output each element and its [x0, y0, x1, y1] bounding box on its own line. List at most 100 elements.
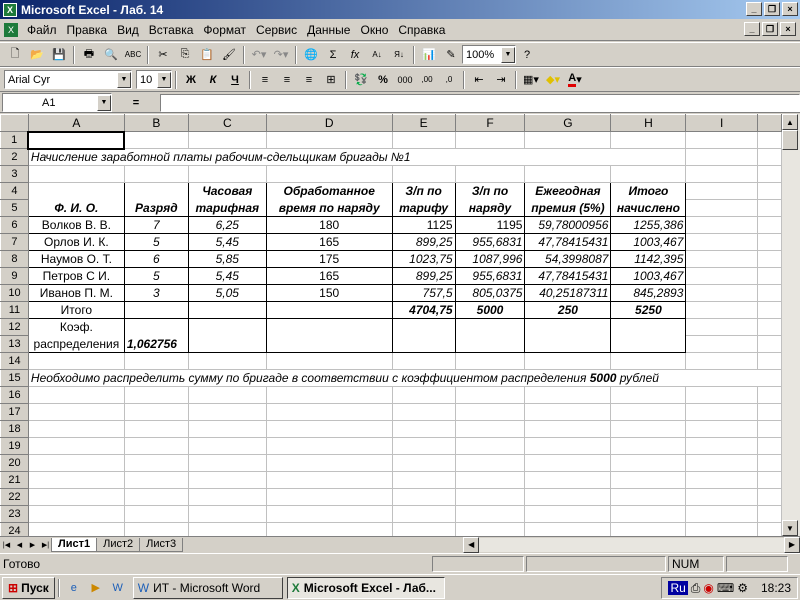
chart-wizard-icon[interactable]: 📊: [418, 45, 440, 65]
borders-icon[interactable]: ▦▾: [520, 70, 542, 90]
menu-help[interactable]: Справка: [393, 23, 450, 37]
total-order[interactable]: 5000: [454, 301, 526, 319]
row-header[interactable]: 9: [0, 267, 29, 285]
cell-grade[interactable]: 7: [123, 216, 189, 234]
row-header[interactable]: 20: [0, 454, 29, 472]
row-header[interactable]: 24: [0, 522, 29, 536]
menu-view[interactable]: Вид: [112, 23, 144, 37]
copy-icon[interactable]: ⎘: [174, 45, 196, 65]
menu-data[interactable]: Данные: [302, 23, 355, 37]
row-header[interactable]: 19: [0, 437, 29, 455]
document-icon[interactable]: X: [4, 22, 18, 37]
tab-sheet3[interactable]: Лист3: [139, 537, 184, 552]
merge-center-icon[interactable]: ⊞: [320, 70, 342, 90]
tray-icon-3[interactable]: ⌨: [717, 581, 734, 595]
minimize-button[interactable]: _: [746, 2, 762, 16]
cell-hours[interactable]: 180: [265, 216, 393, 234]
cell-bonus[interactable]: 54,3998087: [524, 250, 612, 268]
cell-rate[interactable]: 5,45: [187, 233, 267, 251]
tray-icon-2[interactable]: ◉: [703, 581, 713, 595]
hscroll-left-icon[interactable]: ◀: [463, 536, 480, 553]
row-header[interactable]: 3: [0, 165, 29, 183]
undo-icon[interactable]: ↶▾: [248, 45, 270, 65]
header-grade[interactable]: Разряд: [123, 199, 189, 217]
row-header[interactable]: 7: [0, 233, 29, 251]
currency-icon[interactable]: 💱: [350, 70, 372, 90]
header-tariff-2[interactable]: тарифу: [391, 199, 456, 217]
media-icon[interactable]: ▶: [85, 578, 107, 598]
cell-order[interactable]: 1195: [454, 216, 526, 234]
font-size-select[interactable]: 10 ▼: [136, 70, 172, 89]
column-header-h[interactable]: H: [610, 114, 687, 132]
header-rate-2[interactable]: тарифная: [187, 199, 267, 217]
scroll-up-icon[interactable]: ▲: [782, 114, 798, 130]
row-header[interactable]: 23: [0, 505, 29, 523]
header-bonus-2[interactable]: премия (5%): [524, 199, 612, 217]
row-header[interactable]: 15: [0, 369, 29, 387]
underline-button[interactable]: Ч: [224, 70, 246, 90]
formula-input[interactable]: [160, 93, 800, 112]
prev-sheet-icon[interactable]: ◀: [13, 538, 26, 552]
spelling-icon[interactable]: ABC: [122, 45, 144, 65]
column-header-i[interactable]: I: [685, 114, 759, 132]
row-header[interactable]: 17: [0, 403, 29, 421]
row-header[interactable]: 8: [0, 250, 29, 268]
increase-decimal-icon[interactable]: ,00: [416, 70, 438, 90]
row-header[interactable]: 13: [0, 335, 29, 353]
cell-hours[interactable]: 165: [265, 233, 393, 251]
start-button[interactable]: ⊞ Пуск: [2, 576, 55, 599]
row-header[interactable]: 22: [0, 488, 29, 506]
decrease-decimal-icon[interactable]: ,0: [438, 70, 460, 90]
horizontal-scrollbar[interactable]: [479, 537, 784, 552]
menu-file[interactable]: Файл: [22, 23, 62, 37]
cell-rate[interactable]: 6,25: [187, 216, 267, 234]
hyperlink-icon[interactable]: 🌐: [300, 45, 322, 65]
column-header-e[interactable]: E: [391, 114, 456, 132]
active-cell-a1[interactable]: [27, 130, 126, 150]
cell-bonus[interactable]: 47,78415431: [524, 267, 612, 285]
cell-hours[interactable]: 165: [265, 267, 393, 285]
task-word[interactable]: W ИТ - Microsoft Word: [132, 576, 283, 599]
cell-rate[interactable]: 5,45: [187, 267, 267, 285]
column-header-d[interactable]: D: [265, 114, 393, 132]
total-label[interactable]: Итого: [27, 301, 125, 319]
tray-icon-4[interactable]: ⚙: [737, 581, 748, 595]
open-icon[interactable]: 📂: [26, 45, 48, 65]
row-header[interactable]: 14: [0, 352, 29, 370]
coef-value[interactable]: 1,062756: [123, 335, 189, 353]
coef-label-2[interactable]: распределения: [27, 335, 125, 353]
task-excel[interactable]: X Microsoft Excel - Лаб...: [286, 576, 445, 599]
sort-ascending-icon[interactable]: A↓: [366, 45, 388, 65]
first-sheet-icon[interactable]: |◀: [0, 538, 13, 552]
coef-label-1[interactable]: Коэф.: [27, 318, 125, 336]
increase-indent-icon[interactable]: ⇥: [490, 70, 512, 90]
new-icon[interactable]: 🗋: [4, 45, 26, 65]
close-button[interactable]: ×: [782, 2, 798, 16]
cell-grade[interactable]: 5: [123, 233, 189, 251]
tray-icon-1[interactable]: ⎙: [691, 581, 701, 596]
cell-total[interactable]: 1142,395: [610, 250, 687, 268]
cell-tariff[interactable]: 899,25: [391, 233, 456, 251]
fill-color-icon[interactable]: ◆▾: [542, 70, 564, 90]
row-header[interactable]: 21: [0, 471, 29, 489]
hscroll-right-icon[interactable]: ▶: [784, 536, 800, 553]
cell-grade[interactable]: 3: [123, 284, 189, 302]
cell-order[interactable]: 1087,996: [454, 250, 526, 268]
header-bonus-1[interactable]: Ежегодная: [524, 182, 612, 200]
cell-total[interactable]: 1003,467: [610, 233, 687, 251]
language-indicator[interactable]: Ru: [668, 581, 688, 595]
cell-hours[interactable]: 175: [265, 250, 393, 268]
zoom-select[interactable]: 100% ▼: [462, 45, 516, 64]
cell-total[interactable]: 1003,467: [610, 267, 687, 285]
paste-icon[interactable]: 📋: [196, 45, 218, 65]
row-header[interactable]: 12: [0, 318, 29, 336]
redo-icon[interactable]: ↷▾: [270, 45, 292, 65]
cell-tariff[interactable]: 757,5: [391, 284, 456, 302]
bold-button[interactable]: Ж: [180, 70, 202, 90]
menu-insert[interactable]: Вставка: [144, 23, 199, 37]
header-order-2[interactable]: наряду: [454, 199, 526, 217]
row-header[interactable]: 5: [0, 199, 29, 217]
doc-close-button[interactable]: ×: [780, 22, 796, 36]
align-center-icon[interactable]: ≡: [276, 70, 298, 90]
scroll-thumb[interactable]: [782, 130, 798, 150]
